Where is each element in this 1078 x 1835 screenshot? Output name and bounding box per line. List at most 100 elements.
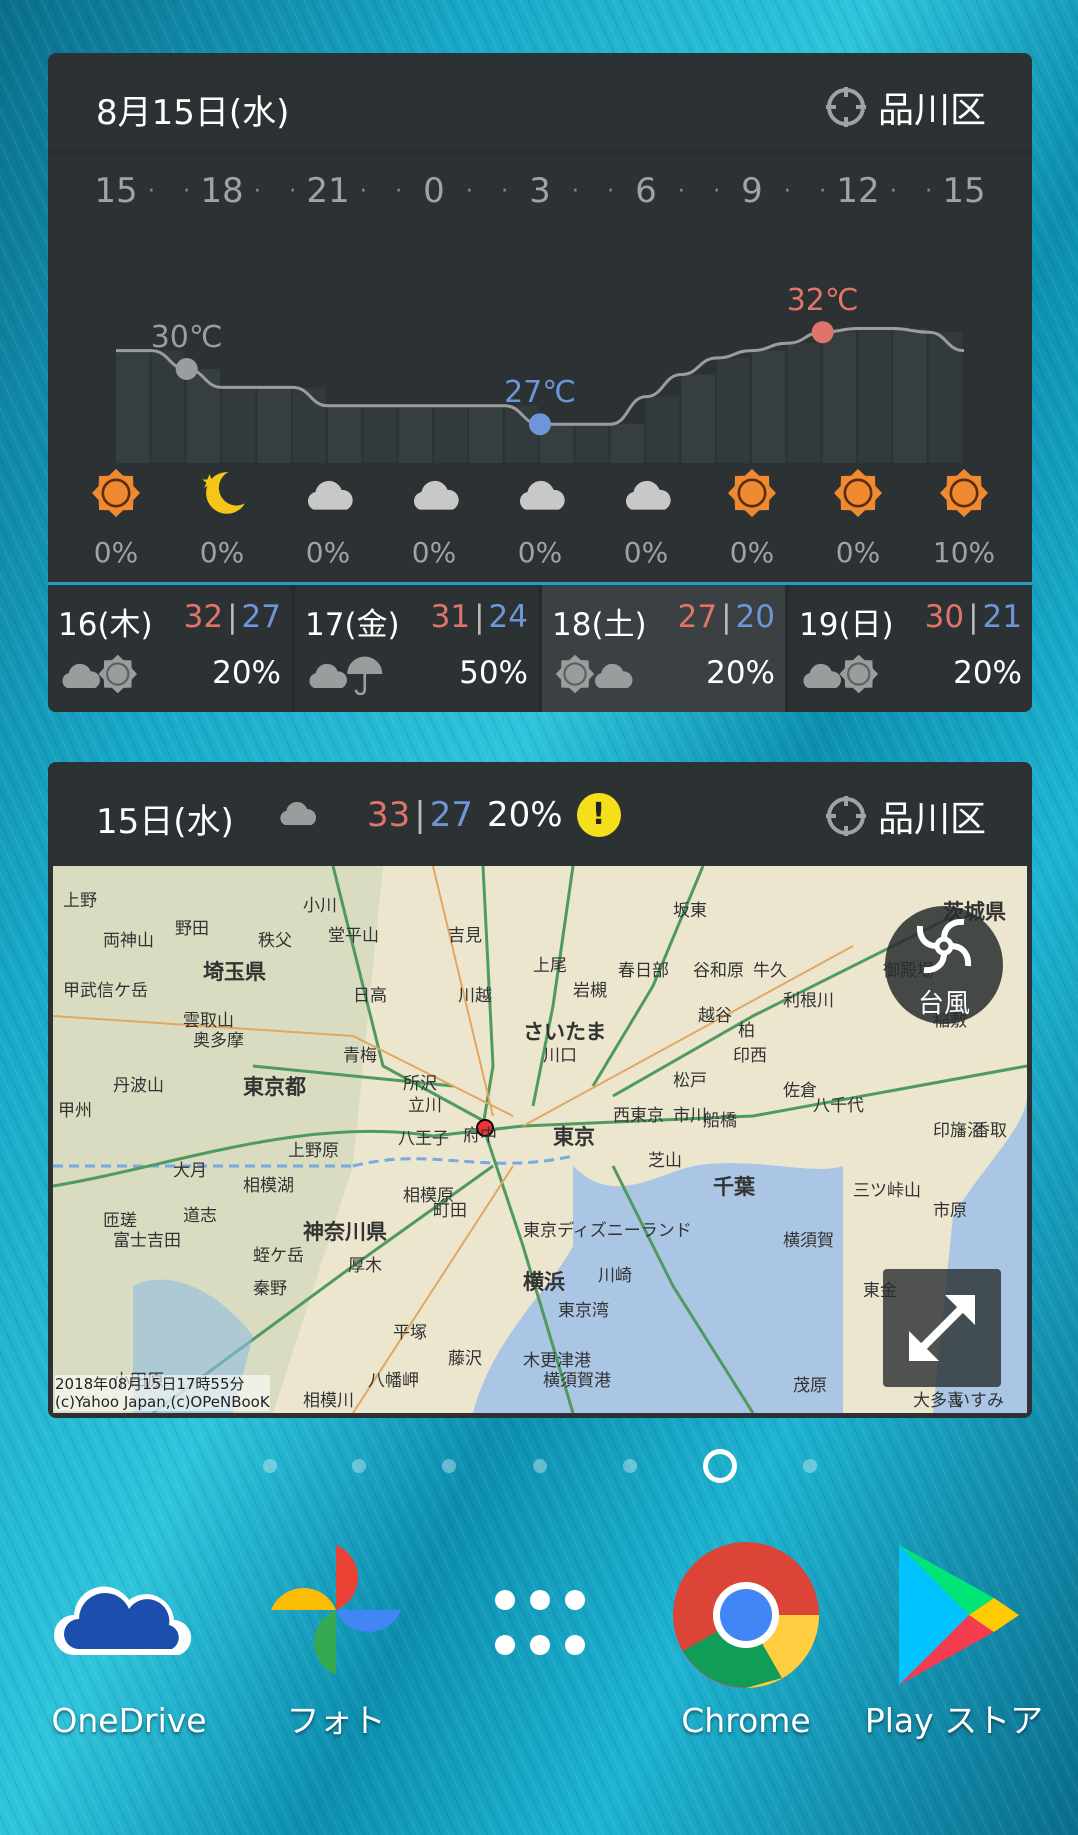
page-dot[interactable] [703, 1449, 737, 1483]
map-place-label: 牛久 [753, 961, 787, 981]
map-place-label: 松戸 [673, 1071, 707, 1091]
app-label: Chrome [681, 1701, 811, 1740]
temperature-chart: 30℃ 27℃ 32℃ [116, 283, 965, 463]
daily-forecast-day[interactable]: 16(木) 32 | 27 20% [48, 585, 295, 712]
chrome-icon [651, 1540, 841, 1690]
low-temp: 20 [735, 599, 775, 635]
cloud-moon-icon [273, 790, 353, 839]
map-place-label: 香取 [973, 1121, 1007, 1141]
daily-forecast-day[interactable]: 18(土) 27 | 20 20% [542, 585, 789, 712]
map-place-label: 青梅 [343, 1046, 377, 1066]
app-label: Play ストア [864, 1701, 1044, 1740]
rain-map-widget[interactable]: 15日(水) 33 | 27 20% ! 品川区 埼玉県 東京都 神奈川県 東京… [48, 762, 1032, 1418]
dock-app[interactable]: フォト [241, 1540, 431, 1740]
map-place-label: 坂東 [673, 901, 707, 921]
temp-bar [646, 396, 680, 463]
daily-forecast[interactable]: 16(木) 32 | 27 20% 17(金) 31 | 24 50% 18(土) 27 | 2… [48, 582, 1032, 712]
high-temp: 32 [183, 599, 224, 635]
map-place-label: 府中 [463, 1126, 497, 1146]
temp-bar [928, 332, 962, 463]
page-dot[interactable] [803, 1459, 817, 1473]
high-temp: 27 [677, 599, 718, 635]
cloud-icon [283, 468, 373, 522]
page-dot[interactable] [623, 1459, 637, 1473]
day-date: 16(木) [58, 607, 153, 643]
map-place-label: 横須賀港 [543, 1371, 611, 1391]
map-place-label: 三ツ峠山 [853, 1181, 921, 1201]
precip-chance: 50% [459, 655, 528, 691]
map-place-label: 両神山 [103, 931, 154, 951]
hourly-condition: 0% [495, 468, 585, 569]
temp-bar [787, 343, 821, 463]
daily-forecast-day[interactable]: 17(金) 31 | 24 50% [295, 585, 542, 712]
temp-bar [752, 350, 786, 463]
dock-app[interactable] [445, 1540, 635, 1665]
precip-chance: 20% [953, 655, 1022, 691]
temp-marker-label: 30℃ [151, 320, 223, 355]
hourly-condition: 0% [389, 468, 479, 569]
map-place-label: 東京都 [243, 1075, 306, 1099]
precip-chance: 20% [706, 655, 775, 691]
location-button[interactable]: 品川区 [824, 790, 986, 842]
precip-chance: 20% [487, 794, 563, 835]
sun-icon [707, 468, 797, 522]
precip-chance: 0% [729, 536, 775, 569]
rain-radar-map[interactable]: 埼玉県 東京都 神奈川県 東京 横浜 千葉 茨城県 さいたま 上野 小川 両神山 秩父 堂平山 甲武信ケ岳… [53, 866, 1027, 1413]
page-dot[interactable] [533, 1459, 547, 1473]
dock-app[interactable]: Chrome [651, 1540, 841, 1740]
cloud-icon [389, 468, 479, 522]
map-place-label: 八千代 [813, 1096, 864, 1116]
map-place-label: 相模原 [403, 1186, 454, 1206]
map-place-label: 奥多摩 [193, 1031, 244, 1051]
dock-app[interactable]: OneDrive [34, 1540, 224, 1740]
typhoon-button[interactable]: 台風 [885, 906, 1003, 1024]
cloud-icon [495, 468, 585, 522]
daily-forecast-day[interactable]: 19(日) 30 | 21 20% [789, 585, 1032, 712]
page-indicator[interactable] [0, 1449, 1078, 1483]
temp-bar [398, 405, 432, 463]
page-dot[interactable] [442, 1459, 456, 1473]
map-place-label: 上野 [63, 891, 97, 911]
hourly-condition: 10% [919, 468, 1009, 569]
map-place-label: 甲州 [58, 1101, 92, 1121]
map-place-label: 平塚 [393, 1323, 427, 1343]
map-place-label: 所沢 [403, 1074, 437, 1094]
map-timestamp: 2018年08月15日17時55分 [55, 1375, 245, 1393]
alert-icon[interactable]: ! [576, 792, 621, 837]
low-temp: 27 [241, 599, 281, 635]
map-attribution: 2018年08月15日17時55分 (c)Yahoo Japan,(c)OPeNB… [55, 1375, 270, 1411]
typhoon-icon [916, 918, 972, 974]
expand-map-button[interactable] [883, 1269, 1001, 1387]
hourly-condition: 0% [283, 468, 373, 569]
precip-chance: 0% [411, 536, 457, 569]
map-place-label: 利根川 [783, 991, 834, 1011]
photos-icon [241, 1540, 431, 1680]
precip-chance: 0% [199, 536, 245, 569]
cloud-umbrella-icon [307, 653, 391, 699]
map-place-label: 厚木 [348, 1256, 382, 1276]
map-place-label: 相模川 [303, 1391, 354, 1411]
hourly-weather-widget[interactable]: 8月15日(水) 品川区 15 · · 18 · · 21 · · 0 · · 3 · · 6 · · 9 · · 12 ·… [48, 53, 1032, 712]
map-place-label: 小川 [303, 896, 337, 916]
temp-bar [222, 387, 256, 463]
map-place-label: 東京湾 [558, 1301, 609, 1321]
map-place-label: 印西 [733, 1046, 767, 1066]
map-place-label: 横浜 [523, 1270, 565, 1294]
map-place-label: 八王子 [398, 1129, 449, 1149]
map-place-label: 藤沢 [448, 1349, 482, 1369]
expand-icon [909, 1295, 975, 1361]
map-place-label: 千葉 [713, 1175, 755, 1199]
page-dot[interactable] [352, 1459, 366, 1473]
precip-chance: 20% [212, 655, 281, 691]
page-dot[interactable] [263, 1459, 277, 1473]
dock-app[interactable]: Play ストア [859, 1540, 1049, 1740]
map-place-label: 神奈川県 [303, 1220, 387, 1244]
high-temp: 31 [430, 599, 471, 635]
map-place-label: 野田 [175, 919, 209, 939]
low-temp: 27 [429, 794, 473, 835]
cloud-icon [601, 468, 691, 522]
app-label: フォト [286, 1701, 386, 1740]
map-place-label: 立川 [408, 1096, 442, 1116]
low-temp: 21 [982, 599, 1022, 635]
day-date: 18(土) [552, 607, 647, 643]
